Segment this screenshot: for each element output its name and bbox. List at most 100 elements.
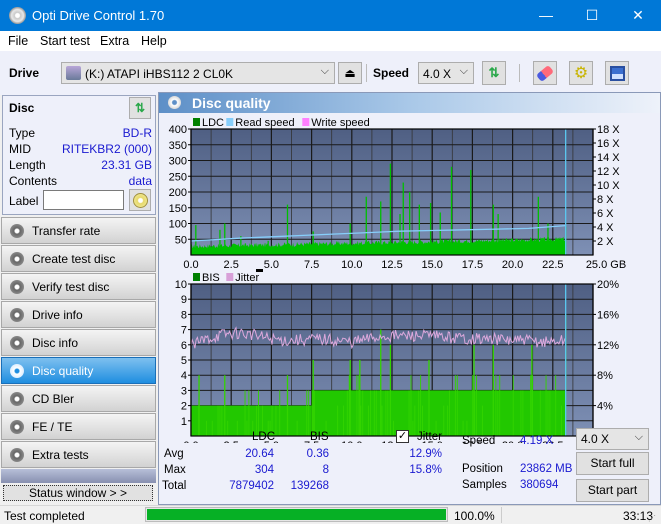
- status-window-button[interactable]: Status window > >: [3, 485, 153, 501]
- cd-bler-icon: [10, 392, 24, 406]
- speed-select[interactable]: 4.0 X ⌵: [418, 62, 474, 84]
- save-button[interactable]: [605, 61, 629, 85]
- x-tick-label: 2.5: [224, 440, 239, 443]
- menu-extra[interactable]: Extra: [100, 34, 129, 48]
- y2-tick-label: 8 X: [597, 194, 614, 206]
- y2-tick-label: 18 X: [597, 124, 620, 136]
- nav-label: CD Bler: [32, 392, 75, 406]
- y2-tick-label: 16%: [597, 309, 619, 321]
- close-button[interactable]: ✕: [615, 0, 661, 31]
- y2-tick-label: 10 X: [597, 180, 620, 192]
- settings-button[interactable]: ⚙: [569, 61, 593, 85]
- speed-label: Speed: [462, 435, 496, 447]
- verify-disc-icon: [10, 280, 24, 294]
- refresh-arrows-icon: ⇅: [134, 101, 146, 115]
- avg-jitter: 12.9%: [409, 448, 442, 460]
- nav-label: Transfer rate: [32, 224, 101, 238]
- title-bar: Opti Drive Control 1.70 — ☐ ✕: [0, 0, 661, 31]
- menu-help[interactable]: Help: [141, 34, 167, 48]
- drive-select[interactable]: (K:) ATAPI iHBS112 2 CL0K ⌵: [61, 62, 335, 84]
- legend-label: Write speed: [311, 117, 370, 129]
- nav-extra-tests[interactable]: Extra tests: [1, 441, 156, 468]
- transfer-rate-icon: [10, 224, 24, 238]
- nav-fe-te[interactable]: FE / TE: [1, 413, 156, 440]
- y-tick-label: 400: [169, 124, 187, 136]
- nav-disc-info[interactable]: Disc info: [1, 329, 156, 356]
- x-tick-label: 22.5: [542, 259, 563, 271]
- samples-value: 380694: [520, 479, 559, 491]
- jitter-checkbox[interactable]: ✓: [396, 430, 409, 443]
- y-tick-label: 7: [181, 325, 187, 337]
- panel-title: Disc quality: [192, 95, 271, 111]
- legend-swatch: [302, 118, 310, 126]
- y-tick-label: 10: [175, 279, 187, 291]
- disc-label-button[interactable]: [129, 189, 151, 211]
- col-bis-header: BIS: [310, 431, 329, 443]
- y-tick-label: 5: [181, 355, 187, 367]
- drive-select-value: (K:) ATAPI iHBS112 2 CL0K: [85, 67, 234, 81]
- avg-ldc: 20.64: [245, 448, 274, 460]
- disc-mid-value: RITEKBR2 (000): [61, 142, 152, 156]
- progress-fill: [147, 509, 446, 520]
- resize-grip-icon[interactable]: ⋰: [648, 514, 656, 523]
- x-tick-label: 15.0: [421, 259, 442, 271]
- nav-disc-quality[interactable]: Disc quality: [1, 357, 156, 384]
- y2-tick-label: 8%: [597, 370, 613, 382]
- test-speed-select[interactable]: 4.0 X ⌵: [576, 428, 649, 450]
- y-tick-label: 3: [181, 385, 187, 397]
- maximize-button[interactable]: ☐: [569, 0, 615, 31]
- nav-create-test-disc[interactable]: Create test disc: [1, 245, 156, 272]
- x-tick-label: 7.5: [304, 259, 319, 271]
- disc-type-value: BD-R: [122, 126, 152, 140]
- x-tick-label: 10.0: [341, 259, 362, 271]
- drive-icon: [66, 66, 81, 80]
- y2-tick-label: 2 X: [597, 236, 614, 248]
- col-ldc-header: LDC: [252, 431, 276, 443]
- y-tick-label: 1: [181, 416, 187, 428]
- avg-label: Avg: [164, 448, 184, 460]
- menu-start-test[interactable]: Start test: [40, 34, 90, 48]
- max-ldc: 304: [254, 464, 274, 476]
- total-label: Total: [162, 480, 187, 492]
- x-tick-label: 20.0: [502, 259, 523, 271]
- speed-value: 4.19 X: [520, 435, 554, 447]
- legend-marker: [256, 269, 263, 272]
- nav-label: Verify test disc: [32, 280, 110, 294]
- position-label: Position: [462, 463, 503, 475]
- erase-button[interactable]: [533, 61, 557, 85]
- eject-icon: ⏏: [344, 66, 356, 80]
- y2-tick-label: 6 X: [597, 208, 614, 220]
- position-value: 23862 MB: [520, 463, 573, 475]
- start-part-button[interactable]: Start part: [576, 479, 649, 502]
- legend-swatch: [226, 118, 234, 126]
- menu-file[interactable]: File: [8, 34, 28, 48]
- disc-mid-key: MID: [9, 142, 31, 156]
- nav-transfer-rate[interactable]: Transfer rate: [1, 217, 156, 244]
- eject-button[interactable]: ⏏: [338, 62, 362, 84]
- refresh-button[interactable]: ⇅: [482, 61, 506, 85]
- nav-drive-info[interactable]: Drive info: [1, 301, 156, 328]
- chevron-down-icon: ⌵: [320, 65, 329, 77]
- y-tick-label: 4: [181, 370, 187, 382]
- max-bis: 8: [322, 464, 329, 476]
- x-tick-label: 0.0: [183, 259, 198, 271]
- y-tick-label: 9: [181, 294, 187, 306]
- progress-bar: [145, 507, 448, 522]
- y-tick-label: 150: [169, 203, 187, 215]
- speed-label: Speed: [373, 66, 410, 80]
- nav-cd-bler[interactable]: CD Bler: [1, 385, 156, 412]
- minimize-button[interactable]: —: [523, 0, 569, 31]
- disc-contents-key: Contents: [9, 174, 58, 188]
- nav-label: Drive info: [32, 308, 83, 322]
- nav-verify-test-disc[interactable]: Verify test disc: [1, 273, 156, 300]
- start-full-button[interactable]: Start full: [576, 452, 649, 475]
- fe-te-icon: [10, 420, 24, 434]
- max-jitter: 15.8%: [409, 464, 442, 476]
- disc-label-input[interactable]: [43, 190, 124, 210]
- drive-info-icon: [10, 308, 24, 322]
- disc-refresh-button[interactable]: ⇅: [129, 97, 151, 119]
- avg-bis: 0.36: [306, 448, 329, 460]
- nav-spacer: [1, 469, 156, 483]
- legend-swatch: [193, 118, 200, 126]
- gears-icon: ⚙: [573, 65, 589, 82]
